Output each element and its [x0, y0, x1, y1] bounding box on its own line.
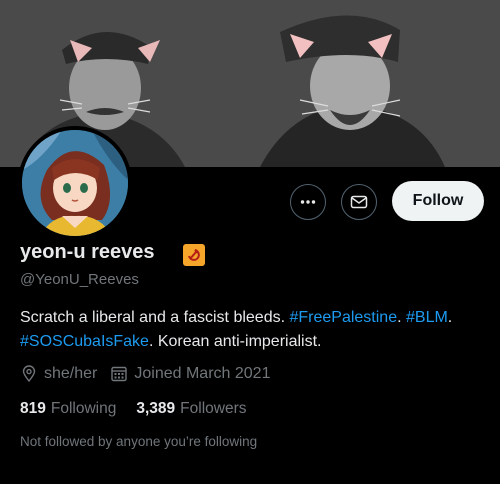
bio-text: . Korean anti-imperialist. — [148, 333, 322, 350]
followers-label: Followers — [180, 400, 247, 417]
following-count: 819 — [20, 400, 46, 417]
avatar-image — [22, 130, 128, 236]
hashtag-link[interactable]: #BLM — [406, 309, 448, 326]
joined-text: Joined March 2021 — [134, 365, 271, 382]
profile-meta: she/her Joined March 2021 — [20, 365, 283, 383]
following-link[interactable]: 819 Following — [20, 400, 116, 418]
pronouns-item: she/her — [20, 365, 97, 383]
followed-by-text: Not followed by anyone you’re following — [20, 434, 258, 449]
hammer-sickle-icon — [183, 244, 205, 266]
envelope-icon — [350, 195, 368, 209]
bio-text: Scratch a liberal and a fascist bleeds. — [20, 309, 290, 326]
followers-link[interactable]: 3,389 Followers — [136, 400, 246, 418]
joined-item: Joined March 2021 — [110, 365, 270, 383]
bio-text: . — [397, 309, 406, 326]
follow-stats: 819 Following 3,389 Followers — [20, 400, 266, 418]
hammer-sickle-glyph — [188, 248, 200, 261]
follow-button[interactable]: Follow — [392, 181, 484, 221]
followers-count: 3,389 — [136, 400, 176, 417]
bio-text: . — [447, 309, 453, 326]
following-label: Following — [50, 400, 117, 417]
user-handle: @YeonU_Reeves — [20, 271, 139, 288]
profile-avatar[interactable] — [18, 126, 132, 240]
profile-bio: Scratch a liberal and a fascist bleeds. … — [20, 306, 480, 354]
location-pin-icon — [22, 365, 36, 383]
calendar-icon — [111, 366, 128, 382]
hashtag-link[interactable]: #SOSCubaIsFake — [20, 333, 149, 350]
display-name: yeon-u reeves — [20, 241, 155, 263]
follow-button-label: Follow — [412, 192, 464, 209]
pronouns-text: she/her — [44, 365, 98, 382]
more-icon — [300, 200, 316, 204]
hashtag-link[interactable]: #FreePalestine — [289, 309, 397, 326]
more-button[interactable] — [290, 184, 326, 220]
message-button[interactable] — [341, 184, 377, 220]
